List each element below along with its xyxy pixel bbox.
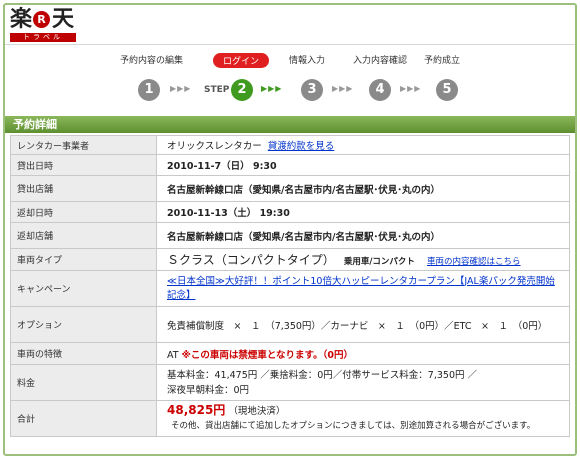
step-arrows-2: ▶▶▶ (261, 84, 283, 93)
table-row: 貸出日時 2010-11-7（日） 9:30 (10, 154, 570, 176)
return-date-value: 2010-11-13（土） 19:30 (156, 201, 570, 223)
step-4-label: 入力内容確認 (353, 56, 408, 66)
company-name: オリックスレンタカー (167, 141, 262, 152)
header: 楽 R 天 トラベル (5, 5, 575, 45)
pickup-date-value: 2010-11-7（日） 9:30 (156, 154, 570, 176)
logo-char-ten: 天 (52, 6, 75, 32)
step-arrows-1: ▶▶▶ (170, 84, 192, 93)
row-label: 返却店舗 (10, 222, 157, 249)
fee-value: 基本料金：41,475円 ／乗捨料金：0円／付帯サービス料金：7,350円 ／ … (156, 364, 570, 401)
row-label: 返却日時 (10, 201, 157, 223)
step-1-circle: 1 (138, 79, 160, 101)
logo-char-raku: 楽 (10, 6, 33, 32)
car-category: 乗用車/コンパクト (343, 257, 415, 267)
fee-line-1: 基本料金：41,475円 ／乗捨料金：0円／付帯サービス料金：7,350円 ／ (167, 369, 478, 381)
campaign-value: ≪日本全国≫大好評！！ポイント10倍大ハッピーレンタカープラン【JAL楽パック発… (156, 270, 570, 307)
progress-steps: 予約内容の編集 1 ▶▶▶ ログイン STEP 2 ▶▶▶ 情報入力 3 ▶▶▶… (5, 53, 575, 113)
table-row: 貸出店舗 名古屋新幹線口店（愛知県/名古屋市内/名古屋駅･伏見･丸の内） (10, 175, 570, 202)
table-row: 料金 基本料金：41,475円 ／乗捨料金：0円／付帯サービス料金：7,350円… (10, 364, 570, 401)
table-row: レンタカー事業者 オリックスレンタカー 貸渡約款を見る (10, 135, 570, 155)
table-row: 車両の特徴 AT ※この車両は禁煙車となります。（0円） (10, 342, 570, 365)
step-5-label: 予約成立 (424, 56, 461, 66)
row-label: オプション (10, 306, 157, 343)
table-row: 車両タイプ Ｓクラス（コンパクトタイプ） 乗用車/コンパクト 車両の内容確認はこ… (10, 248, 570, 271)
step-3-circle: 3 (301, 79, 323, 101)
logo-travel-bar: トラベル (10, 33, 76, 42)
step-5-circle: 5 (436, 79, 458, 101)
step-2-circle: 2 (231, 79, 253, 101)
table-row: 返却日時 2010-11-13（土） 19:30 (10, 201, 570, 223)
step-arrows-4: ▶▶▶ (400, 84, 422, 93)
rakuten-travel-logo[interactable]: 楽 R 天 トラベル (10, 6, 78, 42)
section-title: 予約詳細 (5, 116, 575, 133)
pickup-store-value: 名古屋新幹線口店（愛知県/名古屋市内/名古屋駅･伏見･丸の内） (156, 175, 570, 202)
total-footnote: その他、貸出店舗にて追加したオプションにつきましては、別途加算される場合がござい… (171, 421, 536, 431)
reservation-detail-table: レンタカー事業者 オリックスレンタカー 貸渡約款を見る 貸出日時 2010-11… (10, 135, 570, 437)
table-row: 返却店舗 名古屋新幹線口店（愛知県/名古屋市内/名古屋駅･伏見･丸の内） (10, 222, 570, 249)
row-label: レンタカー事業者 (10, 135, 157, 155)
car-details-link[interactable]: 車両の内容確認はこちら (427, 257, 521, 267)
features-value: AT ※この車両は禁煙車となります。（0円） (156, 342, 570, 365)
step-2-label: ログイン (213, 53, 270, 68)
car-class: Ｓクラス（コンパクトタイプ） (167, 253, 335, 267)
car-type-value: Ｓクラス（コンパクトタイプ） 乗用車/コンパクト 車両の内容確認はこちら (156, 248, 570, 271)
row-label: 料金 (10, 364, 157, 401)
return-store-value: 名古屋新幹線口店（愛知県/名古屋市内/名古屋駅･伏見･丸の内） (156, 222, 570, 249)
fee-line-2: 深夜早朝料金：0円 (167, 384, 250, 396)
row-label: 車両の特徴 (10, 342, 157, 365)
payment-method: （現地決済） (228, 406, 286, 417)
step-arrows-3: ▶▶▶ (332, 84, 354, 93)
table-row: 合計 48,825円 （現地決済） その他、貸出店舗にて追加したオプションにつき… (10, 400, 570, 437)
step-2-step-text: STEP (204, 85, 230, 95)
row-label: 貸出店舗 (10, 175, 157, 202)
row-label: 車両タイプ (10, 248, 157, 271)
table-row: オプション 免責補償制度 × １ （7,350円）／カーナビ × １ （0円）／… (10, 306, 570, 343)
rental-terms-link[interactable]: 貸渡約款を見る (268, 141, 335, 152)
step-4-circle: 4 (369, 79, 391, 101)
total-amount: 48,825円 (167, 403, 226, 417)
step-1-label: 予約内容の編集 (120, 56, 184, 66)
campaign-link[interactable]: ≪日本全国≫大好評！！ポイント10倍大ハッピーレンタカープラン【JAL楽パック発… (167, 276, 555, 301)
page-frame: 楽 R 天 トラベル 予約内容の編集 1 ▶▶▶ ログイン STEP 2 ▶▶▶… (3, 3, 577, 456)
row-label: 合計 (10, 400, 157, 437)
logo-r-icon: R (33, 11, 50, 28)
transmission: AT (167, 349, 179, 361)
table-row: キャンペーン ≪日本全国≫大好評！！ポイント10倍大ハッピーレンタカープラン【J… (10, 270, 570, 307)
row-label: 貸出日時 (10, 154, 157, 176)
non-smoking-note: ※この車両は禁煙車となります。（0円） (181, 349, 353, 361)
total-value: 48,825円 （現地決済） その他、貸出店舗にて追加したオプションにつきまして… (156, 400, 570, 437)
options-value: 免責補償制度 × １ （7,350円）／カーナビ × １ （0円）／ETC × … (156, 306, 570, 343)
step-3-label: 情報入力 (289, 56, 326, 66)
row-label: キャンペーン (10, 270, 157, 307)
company-value: オリックスレンタカー 貸渡約款を見る (156, 135, 570, 155)
